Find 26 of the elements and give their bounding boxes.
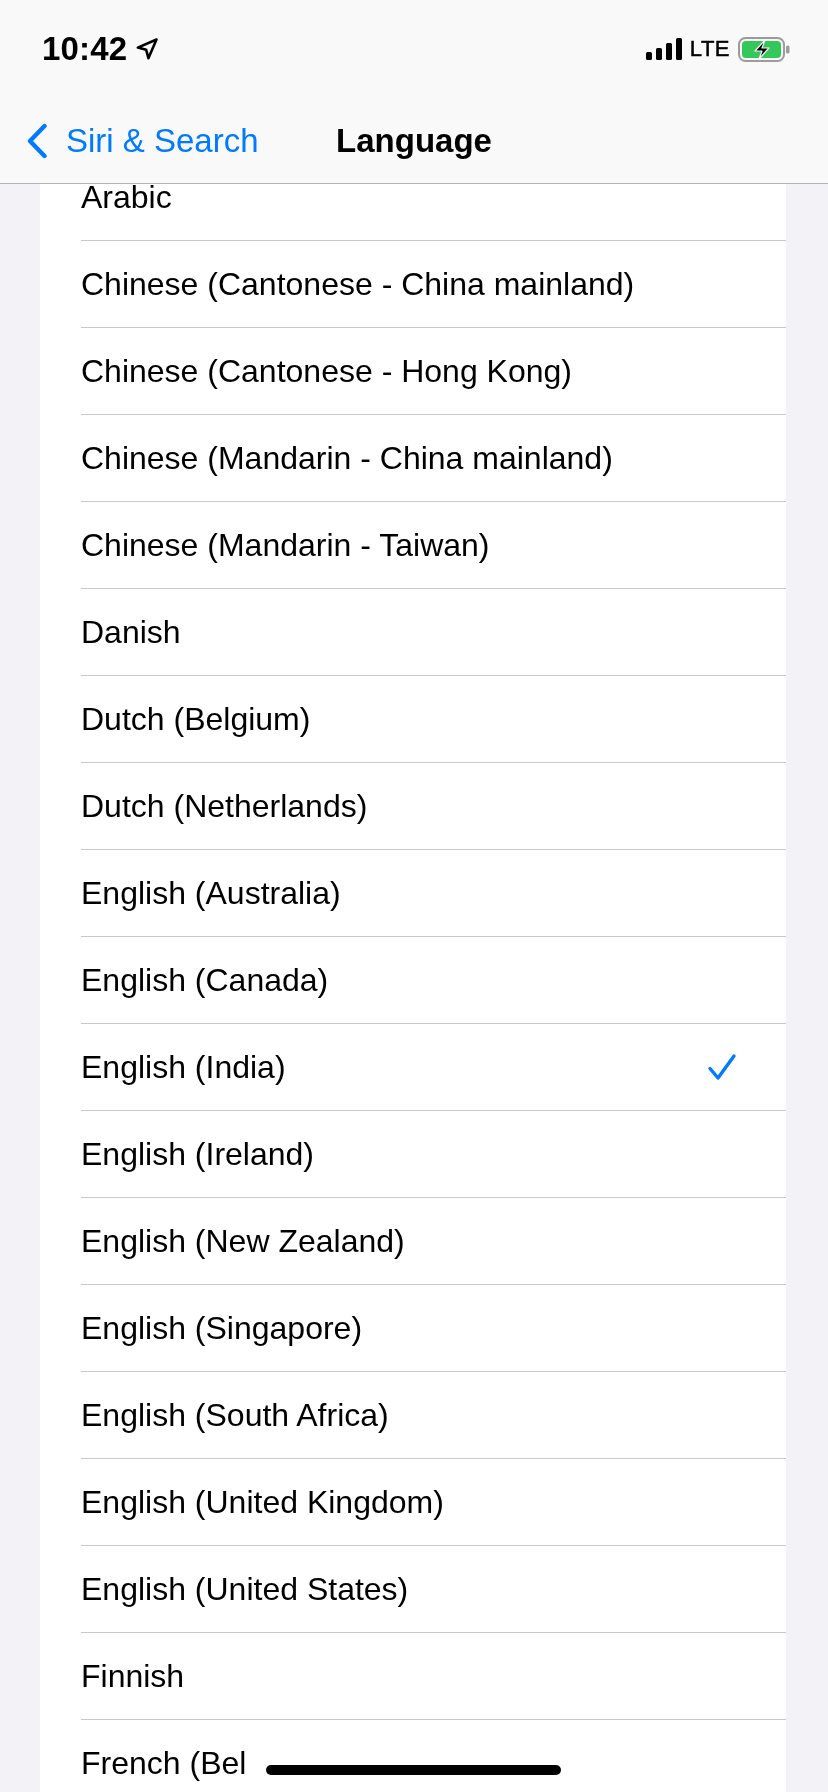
- language-option[interactable]: English (South Africa): [40, 1372, 786, 1459]
- language-option[interactable]: English (New Zealand): [40, 1198, 786, 1285]
- language-option[interactable]: Dutch (Netherlands): [40, 763, 786, 850]
- language-option[interactable]: English (Ireland): [40, 1111, 786, 1198]
- language-option[interactable]: English (Australia): [40, 850, 786, 937]
- back-button[interactable]: Siri & Search: [0, 121, 259, 160]
- language-option[interactable]: English (United States): [40, 1546, 786, 1633]
- language-option[interactable]: Chinese (Cantonese - China mainland): [40, 241, 786, 328]
- language-option[interactable]: English (Canada): [40, 937, 786, 1024]
- language-option[interactable]: Arabic: [40, 184, 786, 241]
- language-option[interactable]: English (United Kingdom): [40, 1459, 786, 1546]
- location-arrow-icon: [135, 37, 160, 61]
- language-option[interactable]: Chinese (Mandarin - Taiwan): [40, 502, 786, 589]
- network-label: LTE: [689, 36, 730, 62]
- language-option[interactable]: Chinese (Mandarin - China mainland): [40, 415, 786, 502]
- battery-charging-icon: [738, 36, 790, 62]
- signal-icon: [645, 38, 682, 60]
- language-option[interactable]: Chinese (Cantonese - Hong Kong): [40, 328, 786, 415]
- language-option[interactable]: Danish: [40, 589, 786, 676]
- page-title: Language: [336, 121, 492, 160]
- language-option[interactable]: English (India): [40, 1024, 786, 1111]
- language-option[interactable]: Dutch (Belgium): [40, 676, 786, 763]
- back-chevron-icon: [26, 122, 48, 159]
- status-time: 10:42: [42, 30, 128, 68]
- language-option[interactable]: English (Singapore): [40, 1285, 786, 1372]
- language-option[interactable]: Finnish: [40, 1633, 786, 1720]
